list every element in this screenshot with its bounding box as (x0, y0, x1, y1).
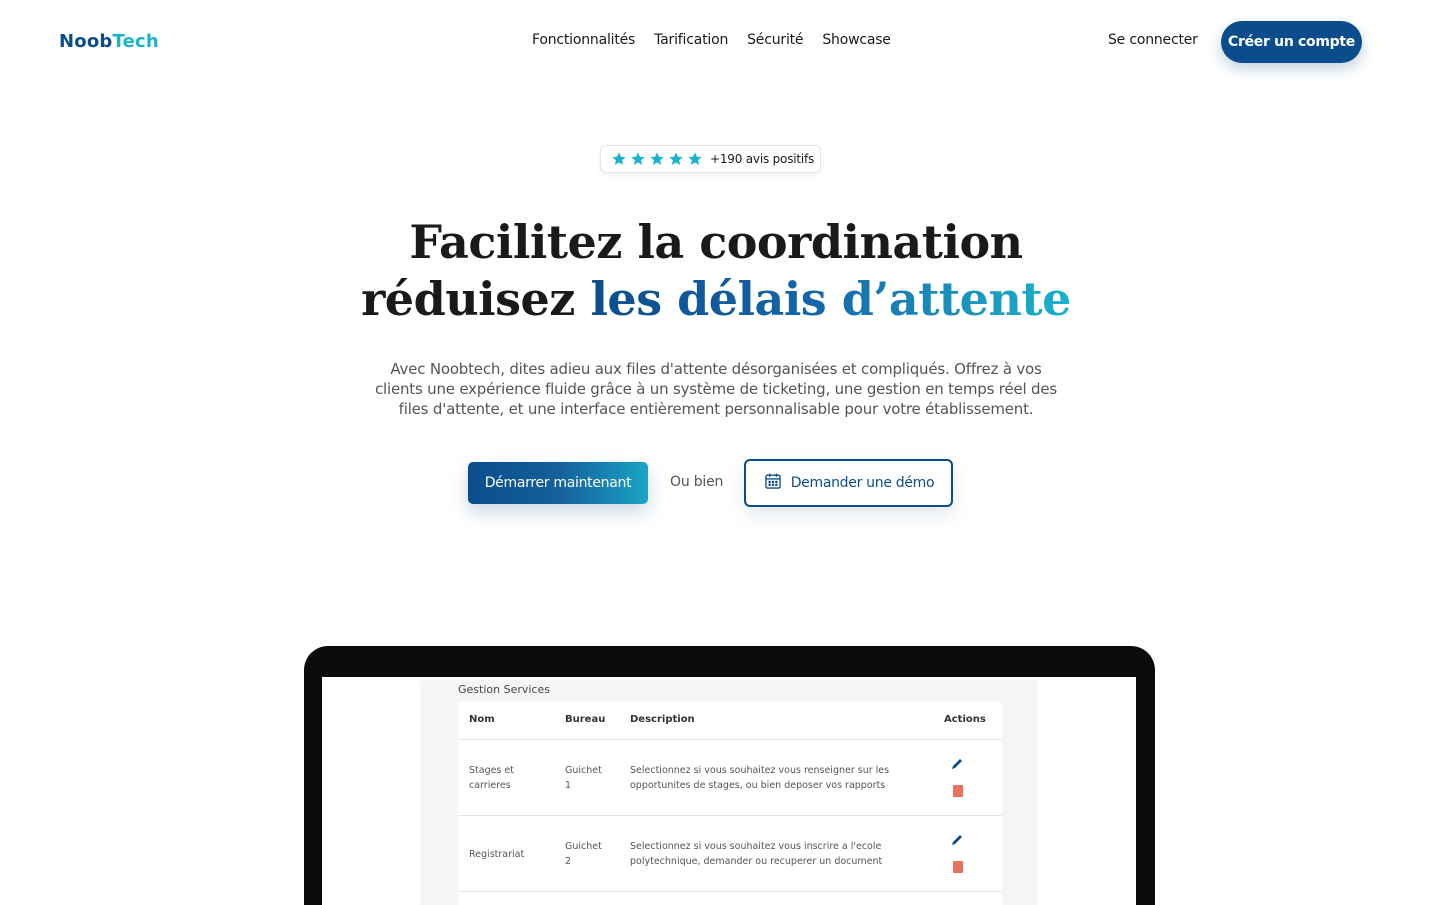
delete-icon[interactable] (953, 785, 963, 797)
hero-title-line1: Facilitez la coordination (409, 215, 1023, 269)
star-icon (630, 151, 646, 167)
menu-item-tarification[interactable]: Tarification (654, 32, 728, 48)
request-demo-button[interactable]: Demander une démo (744, 459, 953, 507)
table-cell-name: Registrariat (469, 849, 525, 860)
table-cell-bureau: Guichet 1 (565, 765, 602, 791)
menu-item-fonctionnalites[interactable]: Fonctionnalités (532, 32, 635, 48)
star-icon (649, 151, 665, 167)
table-cell-description: Selectionnez si vous souhaitez vous insc… (630, 841, 883, 867)
row-divider (458, 815, 1002, 816)
delete-icon[interactable] (953, 861, 963, 873)
menu-item-securite[interactable]: Sécurité (747, 32, 803, 48)
column-header-nom: Nom (469, 714, 495, 725)
star-icon (668, 151, 684, 167)
start-now-button[interactable]: Démarrer maintenant (468, 462, 648, 504)
edit-icon[interactable] (950, 757, 964, 771)
column-header-actions: Actions (944, 714, 986, 725)
hero-title-highlight: les délais d’attente (590, 272, 1071, 326)
login-link[interactable]: Se connecter (1108, 32, 1198, 48)
table-cell-description: Selectionnez si vous souhaitez vous rens… (630, 765, 890, 791)
logo-part-noob: Noob (59, 31, 113, 52)
row-divider (458, 891, 1002, 892)
services-table (458, 702, 1002, 905)
hero-description: Avec Noobtech, dites adieu aux files d'a… (374, 360, 1058, 418)
or-separator: Ou bien (670, 474, 724, 490)
top-nav: NoobTech Fonctionnalités Tarification Sé… (0, 0, 1432, 84)
table-cell-bureau: Guichet 2 (565, 841, 602, 867)
logo-part-tech: Tech (112, 31, 159, 52)
request-demo-label: Demander une démo (790, 475, 935, 491)
calendar-icon (763, 471, 783, 495)
rating-badge: +190 avis positifs (600, 145, 821, 173)
logo[interactable]: NoobTech (59, 31, 159, 52)
main-menu: Fonctionnalités Tarification Sécurité Sh… (532, 32, 891, 48)
menu-item-showcase[interactable]: Showcase (822, 32, 891, 48)
star-icon (611, 151, 627, 167)
signup-button[interactable]: Créer un compte (1221, 21, 1362, 63)
column-header-description: Description (630, 714, 695, 725)
row-divider (458, 739, 1002, 740)
star-icon (687, 151, 703, 167)
hero-title-plain: réduisez (361, 272, 591, 326)
column-header-bureau: Bureau (565, 714, 606, 725)
preview-title: Gestion Services (458, 683, 550, 696)
hero-title-line2: réduisez les délais d’attente (0, 272, 1432, 326)
rating-text: +190 avis positifs (710, 152, 815, 166)
table-cell-name: Stages et carrieres (469, 765, 514, 791)
edit-icon[interactable] (950, 833, 964, 847)
